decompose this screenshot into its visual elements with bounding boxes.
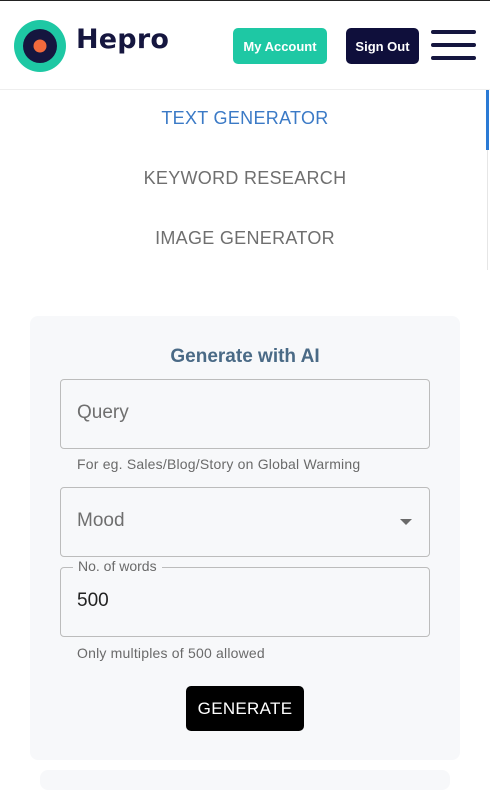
hamburger-bar: [431, 43, 476, 47]
next-section-card: [40, 770, 450, 790]
brand-name[interactable]: Hepro: [76, 24, 169, 55]
query-input[interactable]: Query: [60, 379, 430, 449]
word-count-input[interactable]: No. of words 500: [60, 558, 430, 637]
nav-item-text-generator[interactable]: TEXT GENERATOR: [0, 108, 490, 129]
nav-item-keyword-research[interactable]: KEYWORD RESEARCH: [0, 168, 490, 189]
dropdown-arrow-icon[interactable]: [400, 519, 412, 525]
my-account-button[interactable]: My Account: [233, 28, 327, 64]
word-count-label: No. of words: [73, 558, 162, 574]
sign-out-button[interactable]: Sign Out: [346, 28, 419, 64]
form-title: Generate with AI: [170, 346, 320, 367]
mood-placeholder: Mood: [77, 510, 125, 531]
hepro-logo-icon[interactable]: [14, 20, 66, 72]
site-header: Hepro My Account Sign Out: [0, 1, 490, 90]
hamburger-bar: [431, 56, 476, 60]
word-count-value: 500: [77, 590, 109, 611]
word-count-helper-text: Only multiples of 500 allowed: [77, 645, 265, 661]
query-helper-text: For eg. Sales/Blog/Story on Global Warmi…: [77, 456, 361, 472]
hamburger-menu-icon[interactable]: [431, 30, 476, 62]
generate-button[interactable]: GENERATE: [186, 686, 304, 731]
query-placeholder: Query: [77, 402, 129, 423]
hamburger-bar: [431, 30, 476, 34]
mood-select[interactable]: Mood: [60, 487, 430, 557]
generate-form-card: Generate with AI Query For eg. Sales/Blo…: [30, 316, 460, 760]
nav-item-image-generator[interactable]: IMAGE GENERATOR: [0, 228, 490, 249]
